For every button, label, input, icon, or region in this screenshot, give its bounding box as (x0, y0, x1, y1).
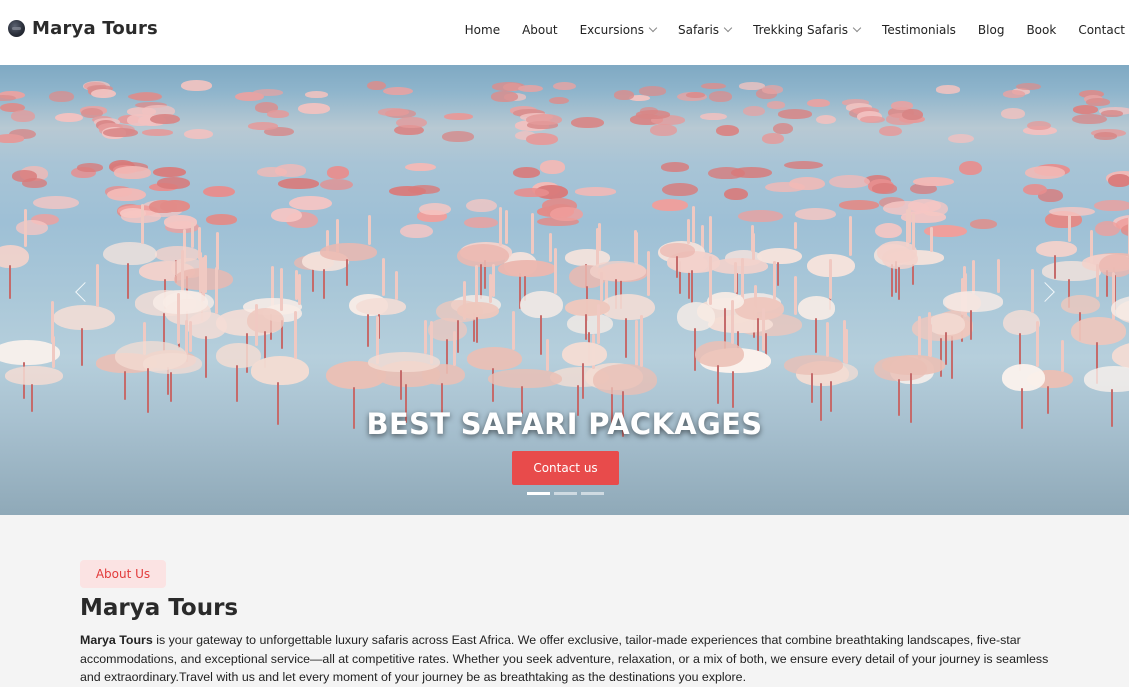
chevron-down-icon (723, 23, 733, 33)
nav-excursions[interactable]: Excursions (579, 23, 658, 37)
nav-trekking-safaris[interactable]: Trekking Safaris (753, 23, 862, 37)
contact-us-button[interactable]: Contact us (512, 451, 619, 485)
nav-home-label: Home (464, 23, 501, 37)
nav-contact-label: Contact (1078, 23, 1125, 37)
main-nav: Home About Excursions Safaris Trekking S… (443, 23, 1125, 37)
hero-slider: BEST SAFARI PACKAGES Contact us (0, 65, 1129, 515)
nav-book[interactable]: Book (1026, 23, 1056, 37)
brand-name[interactable]: Marya Tours (32, 18, 158, 39)
slider-dot-1[interactable] (527, 492, 550, 495)
about-text: Marya Tours is your gateway to unforgett… (80, 631, 1050, 687)
slider-dot-3[interactable] (581, 492, 604, 495)
about-text-body: is your gateway to unforgettable luxury … (80, 633, 1049, 684)
nav-trekking-safaris-label: Trekking Safaris (753, 23, 849, 37)
about-section: About Us Marya Tours Marya Tours is your… (0, 515, 1129, 684)
nav-safaris[interactable]: Safaris (677, 23, 733, 37)
chevron-down-icon (648, 23, 658, 33)
nav-about-label: About (522, 23, 558, 37)
brand[interactable]: Marya Tours (8, 18, 158, 39)
slider-prev-arrow-icon[interactable] (75, 282, 95, 302)
site-header: Marya Tours Home About Excursions Safari… (0, 0, 1129, 65)
nav-blog-label: Blog (977, 23, 1005, 37)
slider-dot-2[interactable] (554, 492, 577, 495)
chevron-down-icon (852, 23, 862, 33)
hero-title: BEST SAFARI PACKAGES (366, 407, 763, 441)
slider-indicators (527, 492, 608, 495)
nav-testimonials[interactable]: Testimonials (882, 23, 956, 37)
nav-excursions-label: Excursions (579, 23, 644, 37)
about-text-bold: Marya Tours (80, 633, 153, 647)
logo-icon (8, 20, 25, 37)
about-title: Marya Tours (80, 595, 239, 621)
nav-blog[interactable]: Blog (978, 23, 1005, 37)
nav-about[interactable]: About (522, 23, 557, 37)
nav-safaris-label: Safaris (677, 23, 720, 37)
slider-next-arrow-icon[interactable] (1035, 282, 1055, 302)
nav-home[interactable]: Home (465, 23, 500, 37)
about-badge: About Us (80, 560, 166, 588)
nav-contact[interactable]: Contact (1078, 23, 1125, 37)
nav-testimonials-label: Testimonials (882, 23, 956, 37)
nav-book-label: Book (1026, 23, 1057, 37)
